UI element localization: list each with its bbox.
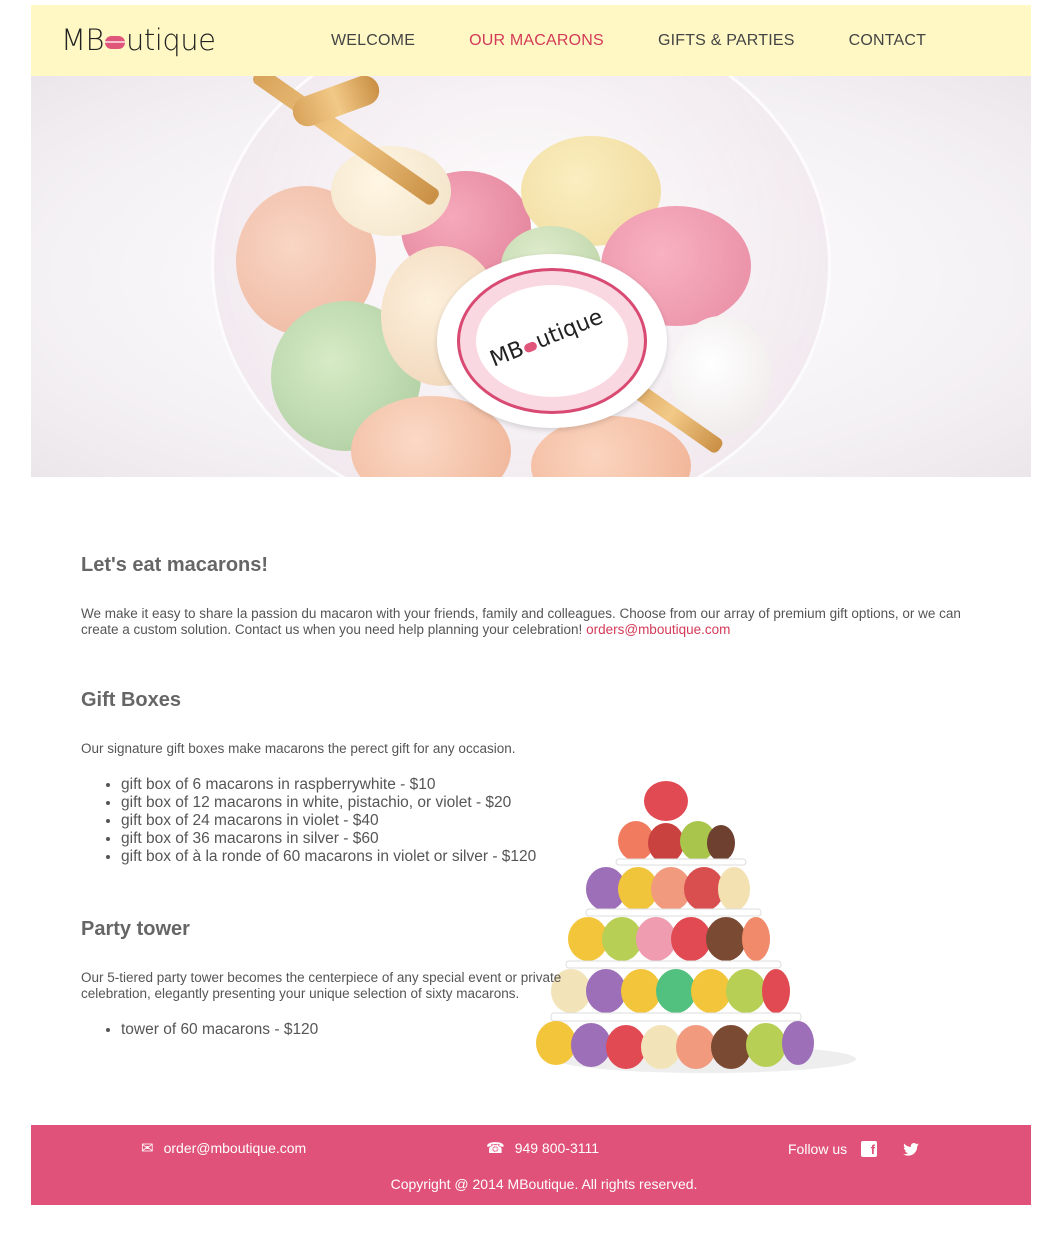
intro-text-body: We make it easy to share la passion du m… bbox=[81, 606, 961, 637]
main-content: Let's eat macarons! We make it easy to s… bbox=[31, 477, 1031, 1129]
nav-gifts-parties[interactable]: GIFTS & PARTIES bbox=[658, 32, 795, 50]
footer-phone[interactable]: ☎ 949 800-3111 bbox=[486, 1139, 599, 1157]
intro-text: We make it easy to share la passion du m… bbox=[81, 606, 991, 638]
macaron-logo-icon bbox=[105, 35, 126, 49]
footer-phone-text: 949 800-3111 bbox=[514, 1140, 600, 1156]
hero-image: MButique bbox=[31, 76, 1031, 477]
list-item: gift box of 12 macarons in white, pistac… bbox=[121, 794, 536, 812]
logo-text-b: utique bbox=[126, 23, 216, 57]
intro-email-link[interactable]: orders@mboutique.com bbox=[586, 622, 730, 637]
gift-boxes-list: gift box of 6 macarons in raspberrywhite… bbox=[121, 776, 536, 866]
list-item: gift box of 6 macarons in raspberrywhite… bbox=[121, 776, 536, 794]
logo[interactable]: MB utique bbox=[61, 23, 216, 57]
list-item: gift box of 24 macarons in violet - $40 bbox=[121, 812, 536, 830]
copyright: Copyright @ 2014 MBoutique. All rights r… bbox=[390, 1176, 698, 1192]
page: MB utique WELCOME OUR MACARONS GIFTS & PA… bbox=[31, 5, 1031, 1129]
phone-icon: ☎ bbox=[486, 1140, 505, 1157]
footer-social: Follow us f bbox=[788, 1141, 919, 1157]
party-tower-text: Our 5-tiered party tower becomes the cen… bbox=[81, 970, 562, 1001]
gift-boxes-text: Our signature gift boxes make macarons t… bbox=[81, 741, 516, 756]
main-nav: WELCOME OUR MACARONS GIFTS & PARTIES CON… bbox=[331, 5, 980, 76]
nav-contact[interactable]: CONTACT bbox=[849, 32, 927, 50]
party-tower-title: Party tower bbox=[81, 918, 190, 940]
follow-us-label: Follow us bbox=[788, 1141, 848, 1157]
mail-icon: ✉ bbox=[141, 1140, 154, 1157]
list-item: gift box of 36 macarons in silver - $60 bbox=[121, 830, 536, 848]
party-tower-image bbox=[536, 781, 856, 1073]
footer-email-text: order@mboutique.com bbox=[163, 1140, 307, 1156]
party-tower-list: tower of 60 macarons - $120 bbox=[121, 1021, 318, 1039]
intro-title: Let's eat macarons! bbox=[81, 554, 269, 576]
twitter-icon[interactable] bbox=[903, 1142, 919, 1156]
footer-email[interactable]: ✉ order@mboutique.com bbox=[141, 1139, 306, 1157]
list-item: gift box of à la ronde of 60 macarons in… bbox=[121, 848, 536, 866]
nav-our-macarons[interactable]: OUR MACARONS bbox=[469, 32, 604, 50]
logo-text-a: MB bbox=[61, 23, 105, 57]
list-item: tower of 60 macarons - $120 bbox=[121, 1021, 318, 1039]
boutique-label: MButique bbox=[437, 254, 667, 428]
site-header: MB utique WELCOME OUR MACARONS GIFTS & PA… bbox=[31, 5, 1031, 76]
facebook-icon[interactable]: f bbox=[861, 1141, 878, 1157]
gift-boxes-title: Gift Boxes bbox=[81, 689, 182, 711]
nav-welcome[interactable]: WELCOME bbox=[331, 32, 415, 50]
site-footer: ✉ order@mboutique.com ☎ 949 800-3111 Fol… bbox=[31, 1125, 1031, 1205]
